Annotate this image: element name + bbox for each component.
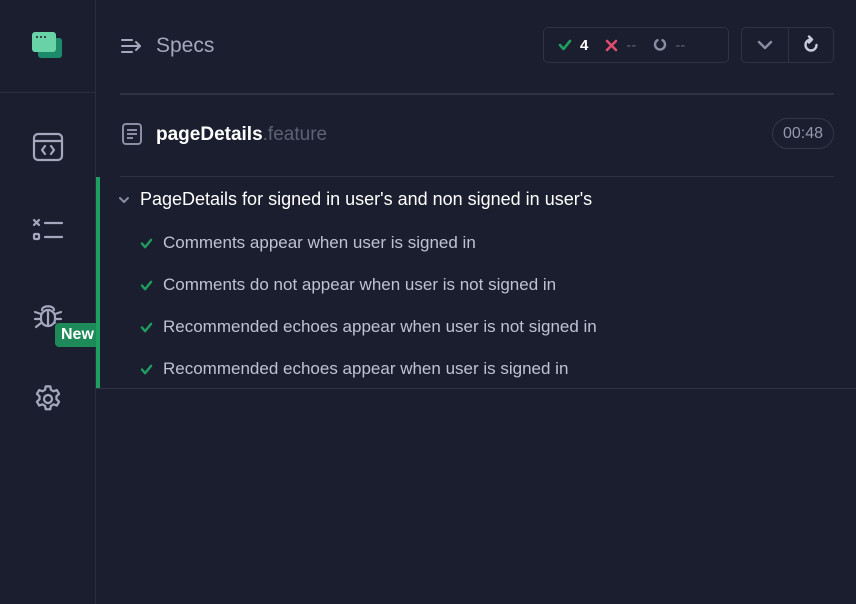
cypress-runner: New Specs 4 -- -- pageDetails.feature 00… (0, 0, 856, 604)
runs-nav-icon[interactable] (0, 207, 96, 255)
app-logo-icon[interactable] (31, 32, 64, 60)
suite-status-bar (96, 177, 100, 389)
test-suite: PageDetails for signed in user's and non… (96, 177, 856, 389)
test-title: Recommended echoes appear when user is n… (163, 317, 597, 336)
pending-count: -- (675, 36, 686, 54)
collapse-button[interactable] (742, 28, 788, 62)
header-divider (120, 93, 834, 95)
spec-file-ext: .feature (262, 124, 328, 145)
header: Specs 4 -- -- (120, 26, 834, 70)
new-badge: New (54, 322, 101, 348)
run-actions (741, 27, 834, 63)
check-icon (558, 39, 572, 51)
refresh-icon (804, 35, 818, 52)
test-row[interactable]: Recommended echoes appear when user is n… (140, 317, 597, 337)
suite-header[interactable]: PageDetails for signed in user's and non… (118, 189, 592, 210)
spec-file-name[interactable]: pageDetails.feature (156, 124, 327, 146)
check-icon (140, 364, 153, 374)
test-title: Comments appear when user is signed in (163, 233, 476, 252)
test-title: Comments do not appear when user is not … (163, 275, 557, 294)
test-row[interactable]: Recommended echoes appear when user is s… (140, 359, 568, 379)
rerun-button[interactable] (787, 28, 834, 62)
document-icon (122, 123, 142, 145)
suite-divider (96, 388, 856, 389)
page-title-text: Specs (156, 34, 215, 57)
test-title: Recommended echoes appear when user is s… (163, 359, 569, 378)
check-icon (140, 280, 153, 290)
specs-list-icon (121, 39, 141, 53)
failed-count: -- (626, 36, 637, 54)
check-icon (140, 322, 153, 332)
logo-area (0, 0, 95, 93)
settings-nav-icon[interactable] (0, 375, 96, 423)
chevron-down-icon (757, 40, 772, 50)
test-row[interactable]: Comments do not appear when user is not … (140, 275, 556, 295)
sidebar: New (0, 0, 101, 604)
test-row[interactable]: Comments appear when user is signed in (140, 233, 476, 253)
page-title: Specs (120, 34, 214, 58)
x-icon (606, 39, 618, 51)
passed-count: 4 (580, 36, 589, 54)
pending-circle-icon (654, 39, 667, 51)
passed-stat: 4 (558, 37, 588, 54)
suite-title: PageDetails for signed in user's and non… (140, 189, 593, 209)
specs-nav-icon[interactable] (0, 123, 96, 171)
pending-stat: -- (653, 37, 685, 54)
spec-file-row: pageDetails.feature 00:48 (120, 118, 834, 152)
chevron-down-icon (119, 196, 129, 203)
check-icon (140, 238, 153, 248)
spec-file-base: pageDetails (156, 124, 263, 145)
run-stats: 4 -- -- (543, 27, 729, 63)
failed-stat: -- (605, 37, 636, 54)
run-duration: 00:48 (771, 118, 834, 149)
